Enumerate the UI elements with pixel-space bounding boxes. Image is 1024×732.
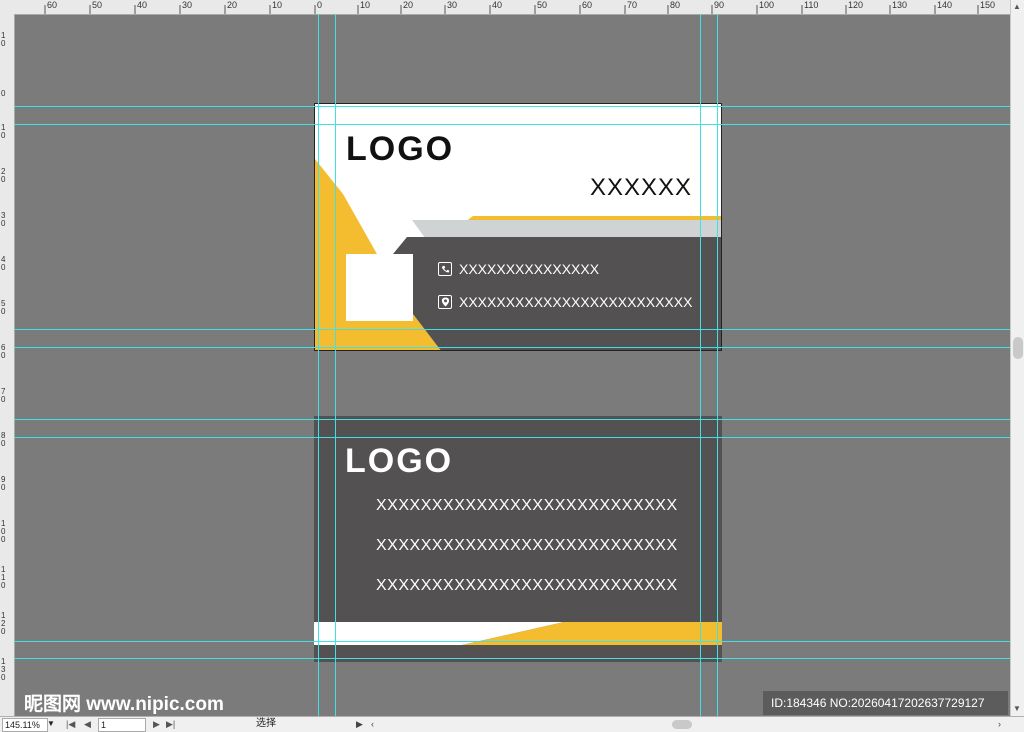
page-number-input[interactable]: 1 (98, 718, 146, 732)
guide-horizontal[interactable] (14, 124, 1010, 125)
status-bar: 145.11% ▼ |◀ ◀ 1 ▶ ▶| 选择 ▶ ‹ › (0, 716, 1024, 732)
ruler-tick: 50 (92, 0, 103, 10)
ruler-tick: 1 0 (1, 31, 6, 48)
current-tool-label: 选择 (256, 718, 276, 729)
guide-vertical[interactable] (335, 14, 336, 716)
front-logo: LOGO (346, 130, 455, 168)
back-text-line: XXXXXXXXXXXXXXXXXXXXXXXXXXX (376, 537, 678, 554)
ruler-tick: 1 3 0 (1, 657, 6, 682)
ruler-tick: 10 (272, 0, 283, 10)
guide-vertical[interactable] (700, 14, 701, 716)
guide-horizontal[interactable] (14, 347, 1010, 348)
ruler-tick: 9 0 (1, 475, 6, 492)
ruler-tick: 1 0 (1, 123, 6, 140)
ruler-tick: 1 0 0 (1, 519, 6, 544)
gray-stripe (412, 220, 721, 238)
ruler-tick: 7 0 (1, 387, 6, 404)
business-card-back[interactable]: LOGO XXXXXXXXXXXXXXXXXXXXXXXXXXX XXXXXXX… (314, 416, 722, 662)
ruler-tick: 140 (937, 0, 953, 10)
ruler-tick: 0 (1, 89, 6, 98)
prev-page-icon[interactable]: ◀ (84, 718, 91, 730)
status-arrow-icon[interactable]: ▶ (356, 718, 363, 730)
ruler-tick: 5 0 (1, 299, 6, 316)
ruler-tick: 30 (182, 0, 193, 10)
back-text-line: XXXXXXXXXXXXXXXXXXXXXXXXXXX (376, 577, 678, 594)
contact-phone-row: XXXXXXXXXXXXXXX (438, 261, 599, 277)
back-logo: LOGO (345, 442, 454, 480)
guide-horizontal[interactable] (14, 641, 1010, 642)
guide-vertical[interactable] (717, 14, 718, 716)
ruler-tick: 30 (447, 0, 458, 10)
front-name-title: XXXXXX (590, 174, 693, 201)
ruler-tick: 20 (227, 0, 238, 10)
ruler-tick: 130 (892, 0, 908, 10)
phone-icon (438, 262, 452, 276)
scroll-right-arrow-icon[interactable]: › (998, 718, 1001, 730)
scroll-down-arrow-icon[interactable]: ▼ (1013, 704, 1021, 713)
last-page-icon[interactable]: ▶| (166, 718, 175, 730)
image-id-label: ID:184346 NO:20260417202637729127 (763, 691, 1008, 715)
site-watermark: 昵图网 www.nipic.com (24, 694, 224, 715)
vertical-scrollbar[interactable]: ▲ ▼ (1010, 0, 1024, 716)
zoom-dropdown-icon[interactable]: ▼ (47, 718, 57, 730)
ruler-tick: 90 (714, 0, 725, 10)
vertical-ruler[interactable]: 1 0 0 1 0 2 0 3 0 4 0 5 0 6 0 7 0 8 0 9 … (0, 14, 15, 716)
ruler-tick: 150 (980, 0, 996, 10)
ruler-tick: 0 (317, 0, 323, 10)
guide-horizontal[interactable] (14, 329, 1010, 330)
guide-horizontal[interactable] (14, 419, 1010, 420)
ruler-tick: 110 (804, 0, 819, 10)
ruler-tick: 4 0 (1, 255, 6, 272)
horizontal-ruler[interactable]: 60 50 40 30 20 10 0 10 20 30 40 50 60 70… (0, 0, 1010, 15)
ruler-tick: 10 (360, 0, 371, 10)
horizontal-scroll-thumb[interactable] (672, 720, 692, 729)
address-text: XXXXXXXXXXXXXXXXXXXXXXXXX (459, 294, 693, 310)
ruler-tick: 80 (670, 0, 681, 10)
guide-horizontal[interactable] (14, 437, 1010, 438)
back-text-line: XXXXXXXXXXXXXXXXXXXXXXXXXXX (376, 497, 678, 514)
next-page-icon[interactable]: ▶ (153, 718, 160, 730)
ruler-tick: 50 (537, 0, 548, 10)
ruler-tick: 100 (759, 0, 775, 10)
ruler-tick: 120 (848, 0, 864, 10)
guide-horizontal[interactable] (14, 658, 1010, 659)
scroll-up-arrow-icon[interactable]: ▲ (1013, 2, 1021, 11)
ruler-tick: 40 (492, 0, 503, 10)
ruler-tick: 3 0 (1, 211, 6, 228)
ruler-tick: 40 (137, 0, 148, 10)
ruler-tick: 1 1 0 (1, 565, 6, 590)
photo-placeholder[interactable] (346, 254, 413, 321)
guide-vertical[interactable] (318, 14, 319, 716)
ruler-tick: 70 (627, 0, 638, 10)
vertical-scroll-thumb[interactable] (1013, 337, 1023, 359)
scroll-left-arrow-icon[interactable]: ‹ (371, 718, 374, 730)
zoom-input[interactable]: 145.11% (2, 718, 48, 732)
ruler-tick: 60 (582, 0, 593, 10)
ruler-tick: 6 0 (1, 343, 6, 360)
guide-horizontal[interactable] (14, 106, 1010, 107)
ruler-tick: 2 0 (1, 167, 6, 184)
business-card-front[interactable]: LOGO XXXXXX XXXXXXXXXXXXXXX XXXXXXXXXXXX… (314, 103, 722, 351)
contact-address-row: XXXXXXXXXXXXXXXXXXXXXXXXX (438, 294, 692, 310)
ruler-tick: 8 0 (1, 431, 6, 448)
ruler-tick: 20 (403, 0, 414, 10)
location-pin-icon (438, 295, 452, 309)
first-page-icon[interactable]: |◀ (66, 718, 75, 730)
ruler-tick: 1 2 0 (1, 611, 6, 636)
phone-text: XXXXXXXXXXXXXXX (459, 261, 600, 277)
ruler-tick: 60 (47, 0, 58, 10)
